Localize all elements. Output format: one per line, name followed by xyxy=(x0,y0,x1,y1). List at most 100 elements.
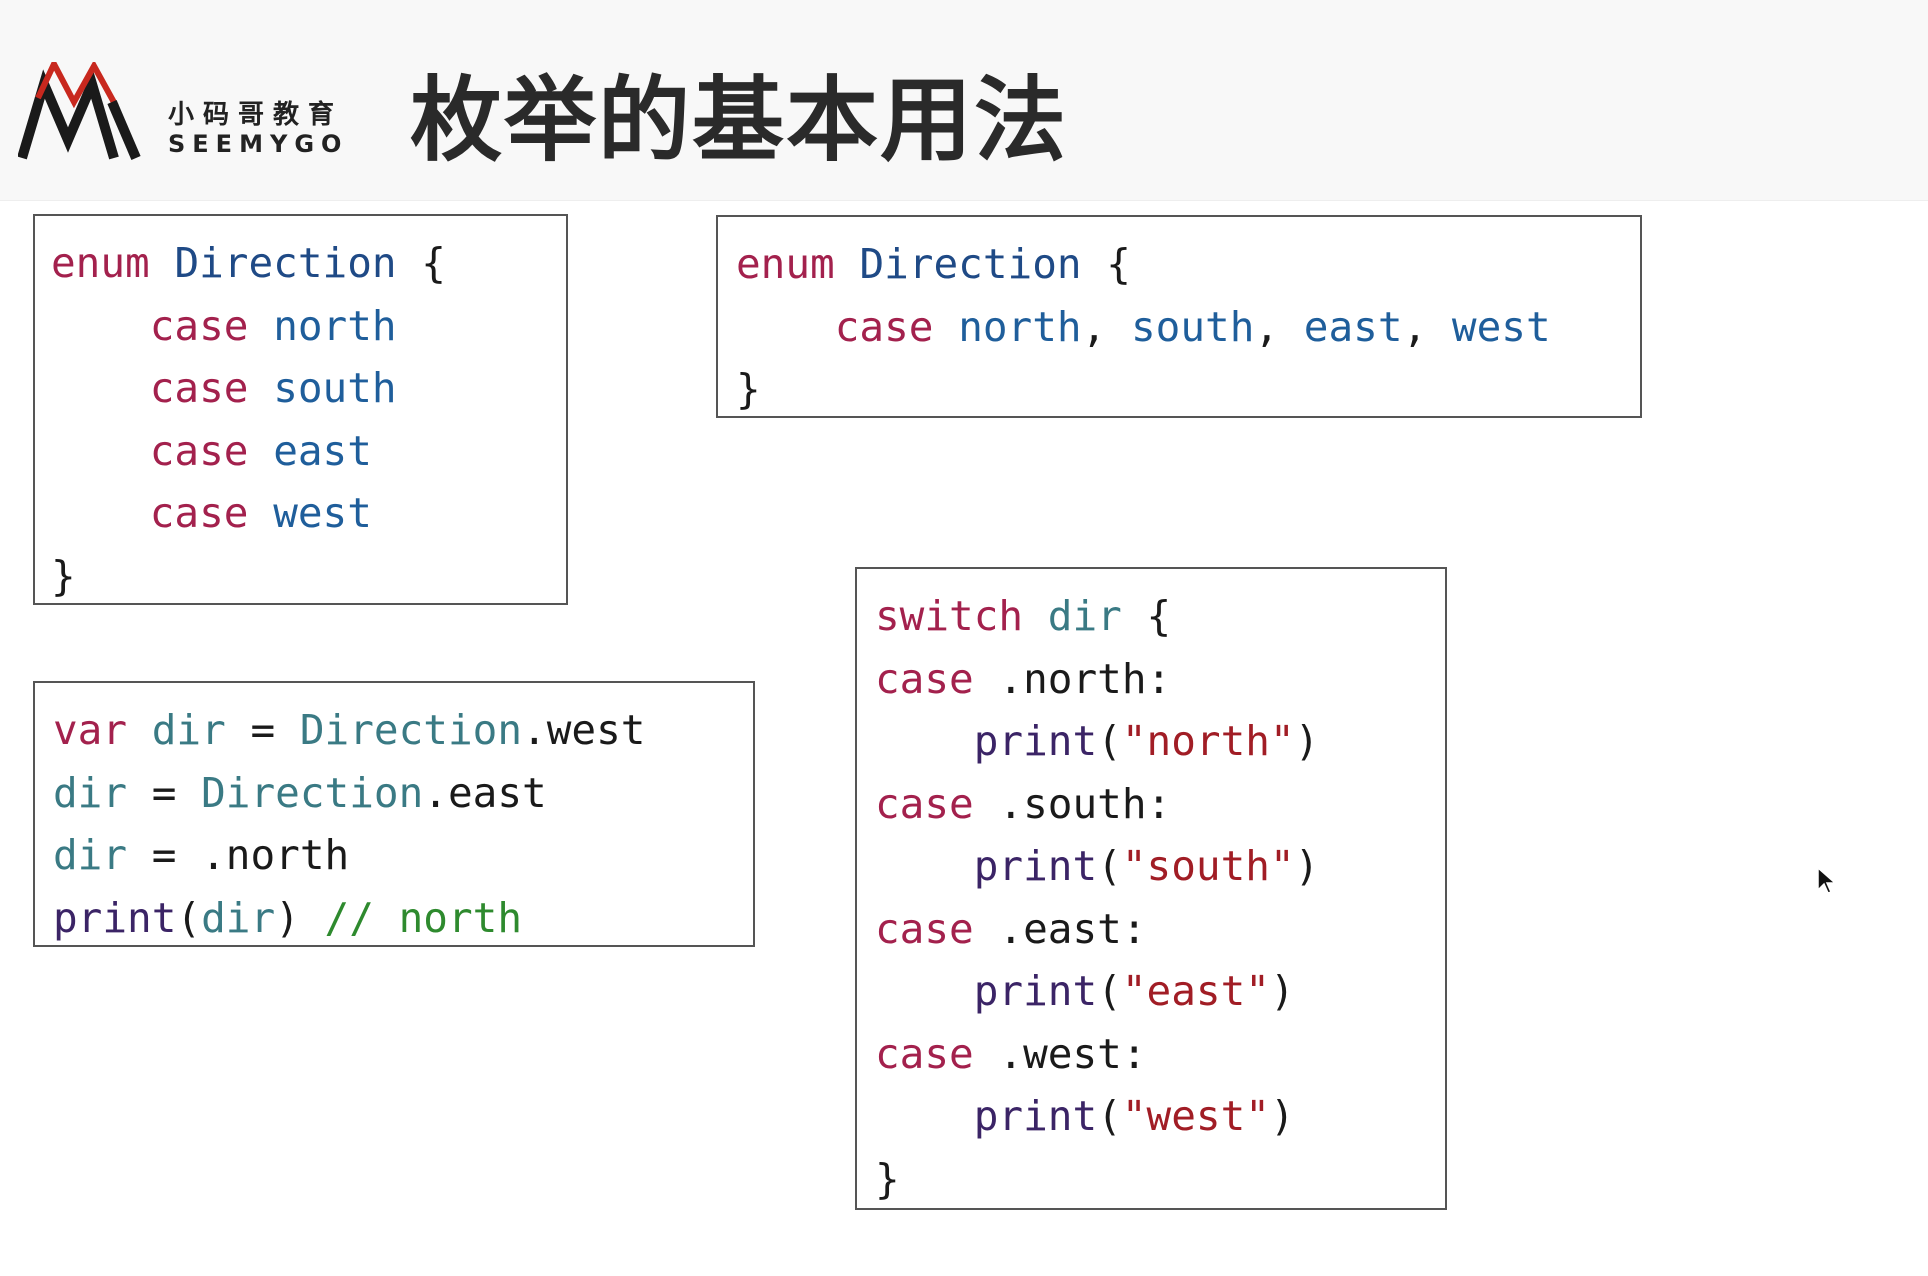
code-line: print("south") xyxy=(875,835,1445,898)
type-name: Direction xyxy=(201,768,424,817)
comma: , xyxy=(1081,302,1107,351)
mouse-pointer-icon xyxy=(1817,866,1837,894)
code-line: print("east") xyxy=(875,960,1445,1023)
variable: dir xyxy=(201,893,276,942)
paren: ( xyxy=(1097,842,1122,890)
enum-case: west xyxy=(273,489,372,537)
function-name: print xyxy=(973,842,1098,890)
keyword: case xyxy=(149,489,249,537)
code-line: dir = .north xyxy=(53,824,753,887)
brace: } xyxy=(736,365,761,413)
keyword: switch xyxy=(875,592,1024,640)
operator: = xyxy=(151,768,177,817)
logo-chinese-text: 小码哥教育 xyxy=(168,100,344,130)
code-block-switch: switch dir { case .north: print("north")… xyxy=(855,567,1447,1210)
type-name: Direction xyxy=(859,240,1082,288)
brace: } xyxy=(875,1154,900,1203)
type-name: Direction xyxy=(299,706,523,754)
paren: ( xyxy=(1097,967,1122,1015)
code-block-enum-separate-cases: enum Direction { case north case south c… xyxy=(33,214,568,605)
function-name: print xyxy=(973,717,1098,765)
member: .east xyxy=(423,768,547,817)
code-block-var-usage: var dir = Direction.west dir = Direction… xyxy=(33,681,755,947)
string-literal: "east" xyxy=(1121,967,1270,1015)
enum-case: east xyxy=(1303,302,1403,351)
code-line: dir = Direction.east xyxy=(53,762,753,825)
code-line: print(dir) // north xyxy=(53,887,753,950)
code-line: case .north: xyxy=(875,648,1445,711)
comma: , xyxy=(1402,302,1428,351)
keyword: enum xyxy=(736,240,835,288)
paren: ) xyxy=(275,893,300,942)
enum-case: north xyxy=(958,302,1082,351)
keyword: case xyxy=(149,301,249,350)
code-line: case south xyxy=(51,357,566,420)
function-name: print xyxy=(53,893,177,942)
code-line: case west xyxy=(51,482,566,545)
operator: = xyxy=(151,831,177,879)
variable: dir xyxy=(1047,592,1122,640)
brace: { xyxy=(421,239,446,287)
paren: ) xyxy=(1294,717,1320,765)
keyword: case xyxy=(149,364,249,412)
operator: = xyxy=(250,706,276,754)
keyword: case xyxy=(834,302,934,351)
paren: ) xyxy=(1294,842,1320,890)
code-line: case north xyxy=(51,295,566,358)
logo-english-text: SEEMYGO xyxy=(168,130,349,158)
string-literal: "north" xyxy=(1121,717,1295,765)
code-line: } xyxy=(51,545,566,608)
code-line: case east xyxy=(51,420,566,483)
code-line: enum Direction { xyxy=(51,232,566,295)
case-pattern: .east: xyxy=(998,904,1147,953)
case-pattern: .west: xyxy=(998,1029,1147,1078)
seemygo-logo: 小码哥教育 SEEMYGO xyxy=(18,62,358,162)
paren: ( xyxy=(176,893,202,942)
variable: dir xyxy=(53,768,128,817)
brace: } xyxy=(51,551,76,600)
enum-case: south xyxy=(1130,302,1255,351)
member: .north xyxy=(201,831,350,879)
member: .west xyxy=(522,706,646,754)
enum-case: east xyxy=(273,426,372,475)
keyword: enum xyxy=(51,239,150,287)
keyword: case xyxy=(875,1029,974,1078)
enum-case: south xyxy=(273,364,397,412)
code-line: switch dir { xyxy=(875,585,1445,648)
type-name: Direction xyxy=(174,239,397,287)
code-line: print("north") xyxy=(875,710,1445,773)
string-literal: "south" xyxy=(1121,842,1295,890)
case-pattern: .south: xyxy=(998,779,1172,828)
slide-header: 小码哥教育 SEEMYGO 枚举的基本用法 xyxy=(0,0,1928,201)
code-line: case north, south, east, west xyxy=(736,296,1640,359)
code-block-enum-compact: enum Direction { case north, south, east… xyxy=(716,215,1642,418)
variable: dir xyxy=(53,831,128,879)
page-title: 枚举的基本用法 xyxy=(410,67,1069,174)
comment: // north xyxy=(324,893,523,942)
paren: ( xyxy=(1097,717,1122,765)
paren: ) xyxy=(1269,1092,1295,1140)
code-line: case .east: xyxy=(875,898,1445,961)
enum-case: west xyxy=(1451,302,1551,351)
keyword: case xyxy=(875,779,974,828)
code-line: print("west") xyxy=(875,1085,1445,1148)
logo-m-icon xyxy=(18,62,141,160)
code-line: } xyxy=(875,1148,1445,1211)
code-line: enum Direction { xyxy=(736,233,1640,296)
function-name: print xyxy=(973,967,1098,1015)
case-pattern: .north: xyxy=(998,654,1172,703)
code-line: } xyxy=(736,358,1640,421)
paren: ) xyxy=(1269,967,1295,1015)
brace: { xyxy=(1106,240,1131,288)
brace: { xyxy=(1146,592,1172,640)
keyword: case xyxy=(149,426,249,475)
enum-case: north xyxy=(273,301,397,350)
keyword: case xyxy=(875,904,974,953)
variable: dir xyxy=(151,706,226,754)
code-line: case .west: xyxy=(875,1023,1445,1086)
string-literal: "west" xyxy=(1121,1092,1270,1140)
paren: ( xyxy=(1097,1092,1122,1140)
comma: , xyxy=(1254,302,1280,351)
code-line: var dir = Direction.west xyxy=(53,699,753,762)
code-line: case .south: xyxy=(875,773,1445,836)
